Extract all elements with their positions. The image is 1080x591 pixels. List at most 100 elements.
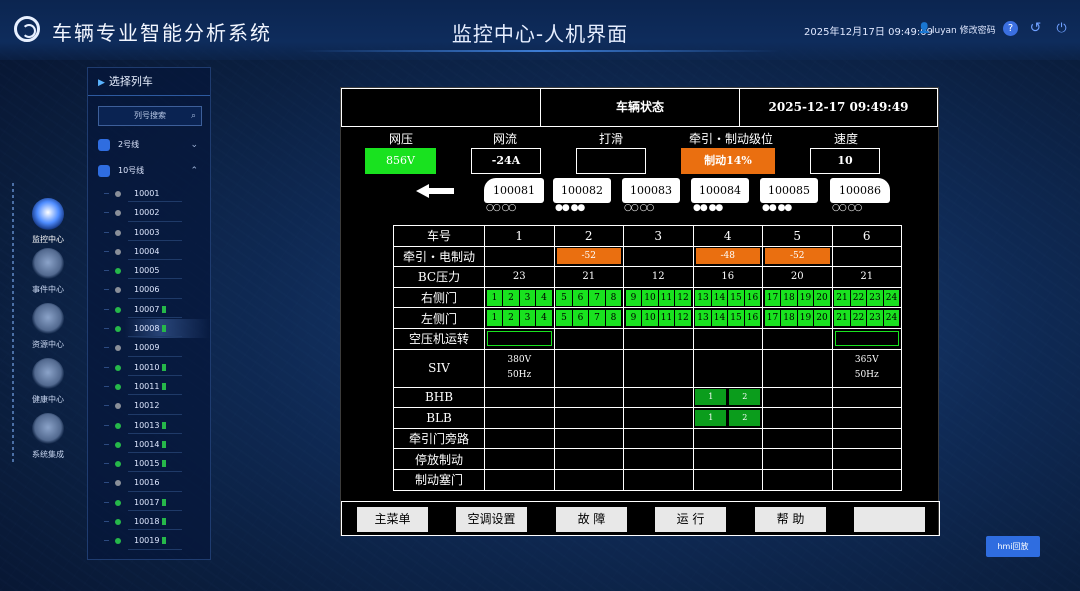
- status-dot: [115, 480, 121, 487]
- slip-label: 打滑: [598, 132, 623, 146]
- nav-item-4[interactable]: 系统集成: [22, 413, 74, 460]
- siv-frequency: 50Hz: [854, 370, 879, 381]
- line-item-10[interactable]: 10号线 ⌃: [88, 158, 210, 184]
- back-icon[interactable]: ↺: [1028, 21, 1043, 36]
- nav-item-3[interactable]: 健康中心: [22, 358, 74, 405]
- power-icon[interactable]: ⏻: [1054, 21, 1069, 36]
- nav-label: 系统集成: [32, 450, 64, 459]
- train-list-item[interactable]: 10008: [88, 319, 210, 339]
- train-id: 10001: [134, 189, 160, 198]
- row-label: 左侧门: [393, 307, 485, 329]
- table-row: SIV 380V 50Hz 365V 50Hz: [393, 348, 902, 388]
- door-group: 13 14 15 16: [694, 310, 763, 327]
- door-indicator: 4: [536, 310, 552, 327]
- train-list-item[interactable]: 10009: [88, 338, 210, 357]
- chevron-down-icon[interactable]: ⌄: [190, 132, 198, 158]
- tree-branch: [104, 308, 109, 310]
- train-list-item[interactable]: 10011: [88, 377, 210, 396]
- table-cell: [484, 407, 555, 429]
- help-icon[interactable]: ?: [1003, 21, 1018, 36]
- voltage-value: 856V: [365, 148, 436, 174]
- train-id: 10015: [134, 459, 160, 469]
- search-icon[interactable]: ⌕: [191, 107, 196, 125]
- train-list-item[interactable]: 10004: [88, 242, 210, 261]
- train-list-item[interactable]: 10003: [88, 223, 210, 242]
- nav-item-0[interactable]: 监控中心: [22, 198, 74, 245]
- table-row: 牵引・电制动 -52 -48 -52: [393, 245, 902, 268]
- speed-label: 速度: [833, 132, 858, 146]
- tree-branch: [104, 424, 109, 426]
- train-list-item[interactable]: 10014: [88, 435, 210, 454]
- brake-indicators: 12: [694, 409, 763, 426]
- chevron-up-icon[interactable]: ⌃: [190, 158, 198, 184]
- train-list-item[interactable]: 10012: [88, 396, 210, 415]
- door-indicator: 16: [744, 310, 761, 327]
- nav-item-2[interactable]: 资源中心: [22, 303, 74, 350]
- line-item-2[interactable]: 2号线 ⌄: [88, 132, 210, 158]
- train-list-item[interactable]: 10006: [88, 280, 210, 299]
- table-cell: [692, 348, 763, 388]
- door-indicator: 8: [605, 310, 622, 327]
- table-cell: [831, 245, 902, 268]
- train-list-item[interactable]: 10018: [88, 512, 210, 531]
- help-button[interactable]: 帮 助: [755, 507, 826, 532]
- row-label: 停放制动: [393, 448, 485, 470]
- train-list-item[interactable]: 10017: [88, 493, 210, 512]
- door-indicator: 18: [781, 310, 797, 327]
- train-list-item[interactable]: 10007: [88, 300, 210, 319]
- train-search-input[interactable]: 列号搜索 ⌕: [98, 106, 202, 126]
- table-cell: [831, 448, 902, 470]
- table-cell: [623, 448, 694, 470]
- table-cell: 21 22 23 24: [831, 286, 902, 309]
- user-change-password[interactable]: luyan 修改密码: [932, 23, 996, 36]
- nav-item-1[interactable]: 事件中心: [22, 248, 74, 295]
- brake-indicator-1: 1: [695, 389, 727, 406]
- train-list-item[interactable]: 10010: [88, 358, 210, 377]
- brake-indicator-2: 2: [729, 409, 761, 426]
- table-cell: [484, 468, 555, 491]
- door-indicator: 10: [642, 310, 658, 327]
- train-list-item[interactable]: 10002: [88, 203, 210, 222]
- siv-value: 380V 50Hz: [485, 353, 554, 383]
- table-cell: [553, 327, 624, 350]
- hmi-replay-button[interactable]: hmi回放: [986, 536, 1040, 557]
- nav-icon: [32, 198, 64, 230]
- car-5: 100085: [760, 178, 818, 203]
- hmi-header-title: 车辆状态: [540, 88, 740, 127]
- row-label: 右侧门: [393, 286, 485, 309]
- blank-button[interactable]: [854, 507, 925, 532]
- line-label: 10号线: [118, 166, 145, 175]
- status-dot: [115, 191, 121, 197]
- train-list-item[interactable]: 10001: [88, 184, 210, 203]
- train-list-item[interactable]: 10013: [88, 416, 210, 435]
- door-indicator: 22: [850, 310, 867, 327]
- table-cell: 12: [692, 407, 763, 429]
- battery-icon: [162, 305, 167, 313]
- train-id: 10019: [134, 536, 160, 546]
- train-list-item[interactable]: 10016: [88, 473, 210, 492]
- train-list-item[interactable]: 10015: [88, 454, 210, 473]
- tree-title: 选择列车: [108, 75, 153, 88]
- main-menu-button[interactable]: 主菜单: [357, 507, 428, 532]
- level-value: 制动14%: [681, 148, 775, 174]
- table-cell: [692, 327, 763, 350]
- table-cell: 3: [623, 225, 694, 247]
- door-group: 1234: [485, 310, 554, 327]
- train-list-item[interactable]: 10005: [88, 261, 210, 280]
- train-id: 10009: [134, 343, 160, 353]
- train-list-item[interactable]: 10019: [88, 531, 210, 550]
- wheels-6: ○○ ○○: [832, 203, 862, 213]
- status-dot: [115, 287, 121, 294]
- nav-label: 资源中心: [32, 340, 64, 349]
- tree-branch: [104, 521, 109, 523]
- tree-header: ▶ 选择列车: [88, 68, 210, 96]
- table-cell: [553, 407, 624, 429]
- tree-branch: [104, 463, 109, 465]
- fault-button[interactable]: 故 障: [556, 507, 627, 532]
- table-cell: [762, 448, 833, 470]
- run-button[interactable]: 运 行: [655, 507, 726, 532]
- table-cell: [762, 407, 833, 429]
- ac-settings-button[interactable]: 空调设置: [456, 507, 527, 532]
- wheels-4: ●● ●●: [693, 203, 723, 213]
- status-dot: [115, 229, 121, 236]
